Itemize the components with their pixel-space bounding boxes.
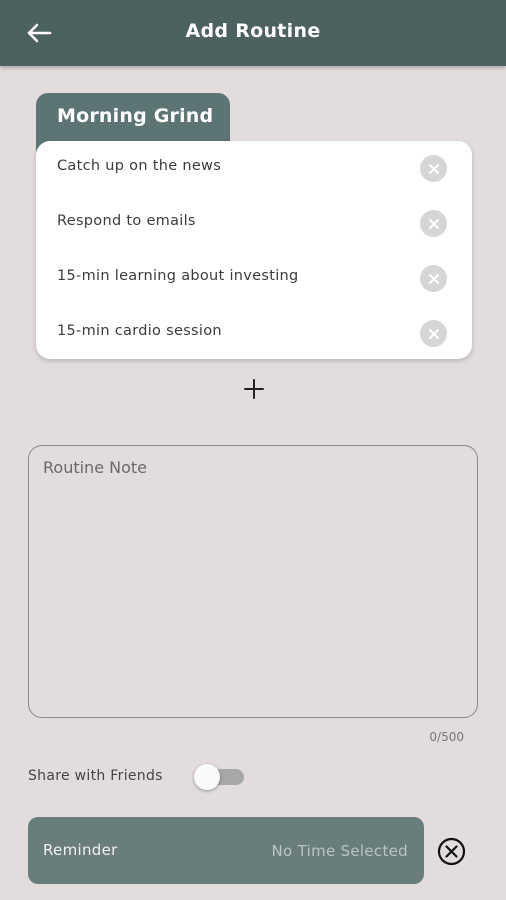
close-icon [428,163,439,174]
task-list-card: Catch up on the news Respond to emails 1… [36,141,472,359]
add-task-button[interactable] [239,373,269,405]
plus-icon [244,379,264,399]
task-item: Respond to emails [36,203,472,243]
remove-task-button[interactable] [420,320,447,347]
page-title: Add Routine [185,20,321,42]
close-icon [428,273,439,284]
task-label: Respond to emails [57,213,196,229]
reminder-time-value: No Time Selected [271,842,408,860]
close-circle-outline-icon [437,837,466,866]
task-item: 15-min cardio session [36,313,472,353]
share-toggle[interactable] [194,764,246,790]
reminder-label: Reminder [43,841,118,859]
close-icon [428,218,439,229]
task-label: Catch up on the news [57,158,222,174]
task-label: 15-min learning about investing [57,268,299,284]
remove-task-button[interactable] [420,155,447,182]
clear-reminder-button[interactable] [436,836,467,867]
close-icon [428,328,439,339]
task-item: Catch up on the news [36,148,472,188]
task-label: 15-min cardio session [57,323,222,339]
toggle-thumb [194,764,220,790]
note-char-count: 0/500 [429,730,464,744]
routine-note-input[interactable] [28,445,478,718]
reminder-button[interactable]: Reminder No Time Selected [28,817,424,884]
share-label: Share with Friends [28,768,163,784]
remove-task-button[interactable] [420,210,447,237]
app-bar: Add Routine [0,0,506,66]
task-item: 15-min learning about investing [36,258,472,298]
remove-task-button[interactable] [420,265,447,292]
